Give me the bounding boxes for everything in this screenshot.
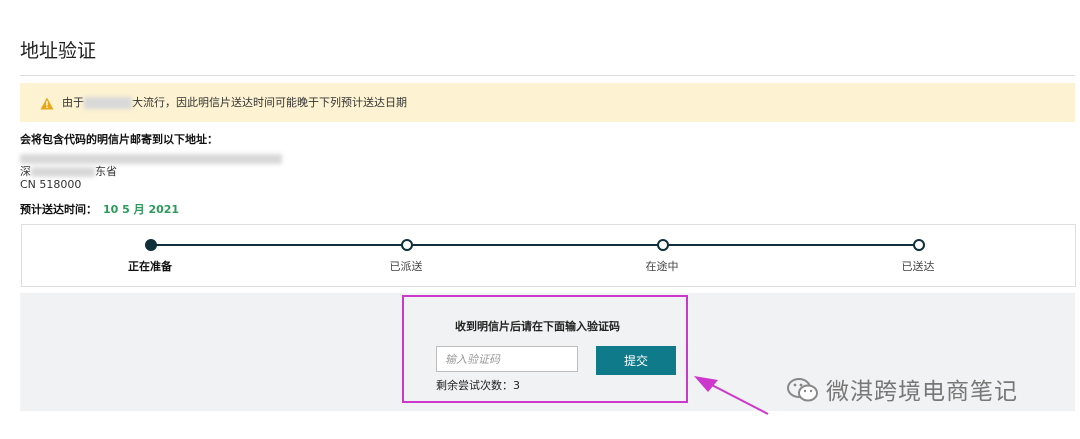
eta-value: 10 5 月 2021 <box>103 203 180 216</box>
highlight-box <box>402 295 688 403</box>
alert-text-suffix: 大流行，因此明信片送达时间可能晚于下列预计送达日期 <box>132 96 407 109</box>
shipping-progress: 正在准备 已派送 在途中 已送达 <box>21 224 1076 287</box>
address-line-3: CN 518000 <box>20 178 82 191</box>
step-label-in-transit: 在途中 <box>645 260 679 273</box>
progress-track <box>150 244 918 246</box>
step-node-preparing <box>145 239 157 251</box>
eta-row: 预计送达时间： 10 5 月 2021 <box>20 201 179 217</box>
pandemic-alert-banner: 由于 大流行，因此明信片送达时间可能晚于下列预计送达日期 <box>20 83 1075 122</box>
step-label-delivered: 已送达 <box>901 260 935 273</box>
redacted-address <box>31 167 95 177</box>
alert-text: 由于 大流行，因此明信片送达时间可能晚于下列预计送达日期 <box>62 94 407 110</box>
address-label: 会将包含代码的明信片邮寄到以下地址： <box>20 133 218 146</box>
step-label-preparing: 正在准备 <box>128 260 172 273</box>
redacted-address <box>20 153 282 164</box>
watermark-text: 微淇跨境电商笔记 <box>826 379 1018 405</box>
page-title: 地址验证 <box>20 40 97 62</box>
redacted-text <box>84 97 132 109</box>
step-node-dispatched <box>401 239 413 251</box>
alert-text-prefix: 由于 <box>62 96 84 109</box>
title-divider <box>20 75 1075 76</box>
step-node-in-transit <box>657 239 669 251</box>
annotation-arrow-icon <box>694 376 769 415</box>
step-node-delivered <box>913 239 925 251</box>
address-line-2-end: 东省 <box>95 165 117 178</box>
address-line-2: 深 东省 <box>20 163 117 179</box>
address-line-2-start: 深 <box>20 165 31 178</box>
warning-icon <box>40 95 54 114</box>
wechat-icon <box>786 376 820 408</box>
eta-label: 预计送达时间： <box>20 203 97 216</box>
step-label-dispatched: 已派送 <box>389 260 423 273</box>
